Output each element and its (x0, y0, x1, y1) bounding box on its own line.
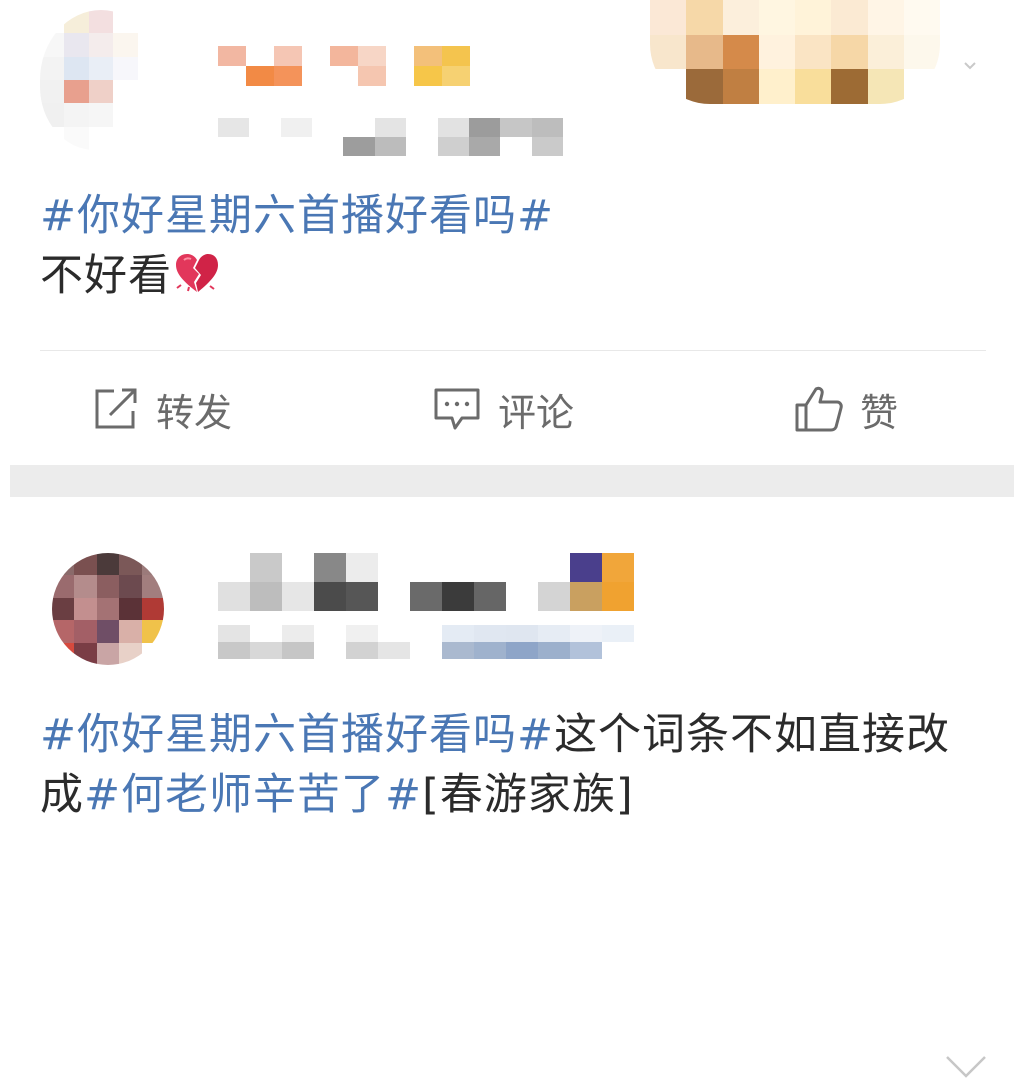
broken-heart-icon (176, 254, 218, 292)
post-body: 不好看 (40, 251, 172, 301)
chevron-down-icon[interactable] (944, 1053, 988, 1081)
repost-button[interactable]: 转发 (92, 383, 232, 435)
post-card: #你好星期六首播好看吗#这个词条不如直接改成#何老师辛苦了#[春游家族] (0, 497, 1024, 1078)
member-badge-blurred (650, 0, 940, 104)
hashtag-link[interactable]: #你好星期六首播好看吗# (40, 710, 554, 760)
comment-icon (434, 388, 480, 430)
repost-icon (95, 388, 137, 429)
hashtag-link[interactable]: #何老师辛苦了# (84, 770, 422, 820)
chevron-down-icon[interactable] (964, 62, 976, 70)
repost-label: 转发 (156, 390, 233, 435)
avatar[interactable] (52, 553, 164, 665)
like-button[interactable]: 赞 (794, 383, 898, 435)
post-card: #你好星期六首播好看吗# 不好看 转发 评论 赞 (0, 0, 1024, 465)
feed-separator (10, 465, 1014, 497)
emoticon-text: [春游家族] (422, 770, 634, 820)
username-blurred[interactable] (218, 46, 470, 86)
post-meta-blurred (218, 118, 563, 156)
username-blurred[interactable] (218, 553, 634, 611)
comment-label: 评论 (498, 390, 575, 435)
post-text: #你好星期六首播好看吗#这个词条不如直接改成#何老师辛苦了#[春游家族] (40, 705, 978, 825)
divider (40, 350, 986, 351)
avatar[interactable] (40, 10, 162, 150)
thumbs-up-icon (795, 386, 843, 432)
hashtag-link[interactable]: #你好星期六首播好看吗# (40, 191, 554, 241)
post-meta-blurred (218, 625, 634, 659)
comment-button[interactable]: 评论 (432, 383, 574, 435)
post-text: #你好星期六首播好看吗# 不好看 (40, 186, 984, 306)
like-label: 赞 (860, 390, 899, 435)
